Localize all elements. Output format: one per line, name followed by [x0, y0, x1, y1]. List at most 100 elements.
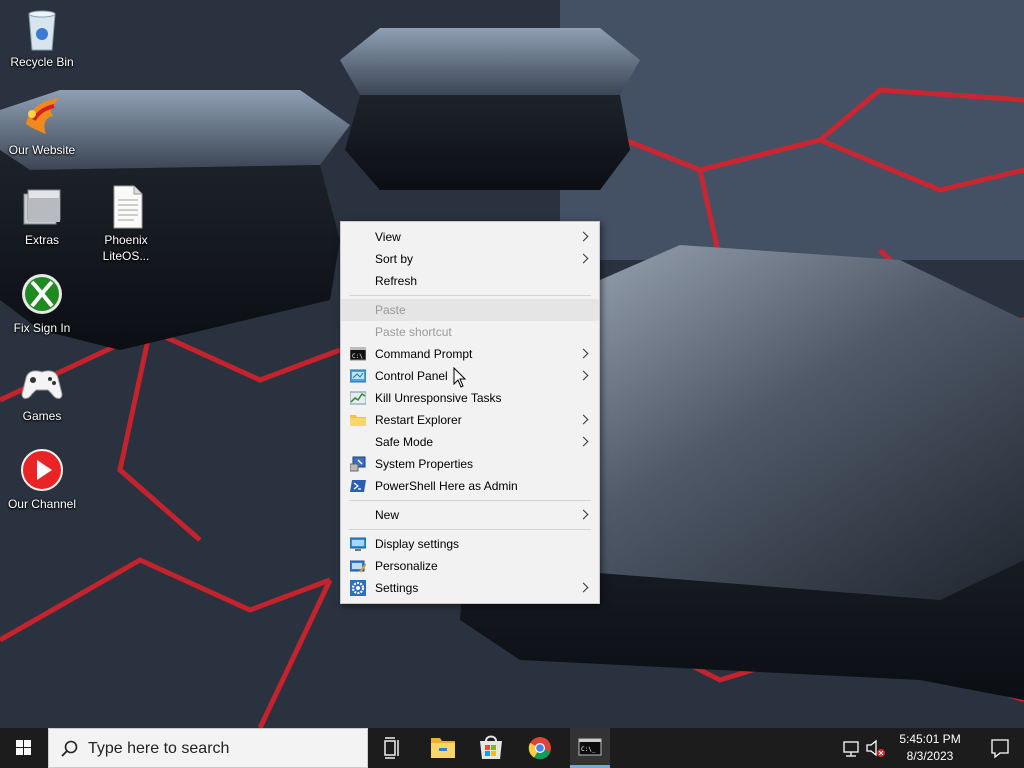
notification-icon	[991, 739, 1009, 759]
taskbar-file-explorer[interactable]	[420, 728, 466, 768]
menu-item-label: Paste	[375, 303, 406, 317]
menu-item-powershell-admin[interactable]: PowerShell Here as Admin	[341, 475, 599, 497]
desktop-icon-label: Fix Sign In	[13, 321, 71, 335]
taskbar-chrome[interactable]	[517, 728, 563, 768]
menu-item-display-settings[interactable]: Display settings	[341, 533, 599, 555]
desktop-icon-label: Games	[22, 409, 62, 423]
tray-network[interactable]	[840, 728, 864, 768]
start-button[interactable]	[0, 728, 48, 768]
chevron-right-icon	[579, 577, 589, 599]
menu-item-label: Sort by	[375, 252, 414, 266]
menu-item-new[interactable]: New	[341, 504, 599, 526]
chevron-right-icon	[579, 365, 589, 387]
text-document-icon	[104, 184, 148, 229]
menu-separator	[349, 529, 591, 530]
menu-item-restart-explorer[interactable]: Restart Explorer	[341, 409, 599, 431]
menu-item-refresh[interactable]: Refresh	[341, 270, 599, 292]
command-prompt-icon: C:\	[350, 347, 366, 361]
desktop-icon-extras[interactable]: Extras	[0, 184, 84, 248]
menu-item-label: Display settings	[375, 537, 460, 551]
clock-time: 5:45:01 PM	[899, 732, 961, 746]
volume-muted-icon	[866, 739, 885, 757]
menu-item-kill-unresponsive-tasks[interactable]: Kill Unresponsive Tasks	[341, 387, 599, 409]
menu-item-paste-shortcut[interactable]: Paste shortcut	[341, 321, 599, 343]
taskbar-microsoft-store[interactable]	[468, 728, 514, 768]
chevron-right-icon	[579, 409, 589, 431]
task-view-button[interactable]	[370, 728, 414, 768]
powershell-icon	[350, 480, 366, 492]
taskbar-search-box[interactable]: Type here to search	[48, 728, 368, 768]
search-icon	[61, 740, 78, 757]
desktop-icon-games[interactable]: Games	[0, 360, 84, 424]
menu-item-label: Kill Unresponsive Tasks	[375, 391, 502, 405]
menu-item-label: New	[375, 508, 400, 522]
menu-item-label: View	[375, 230, 401, 244]
taskbar-command-prompt[interactable]: C:\_	[570, 728, 610, 768]
desktop-icon-label: Phoenix LiteOS...	[102, 233, 150, 263]
menu-item-sort-by[interactable]: Sort by	[341, 248, 599, 270]
tray-volume[interactable]	[864, 728, 888, 768]
menu-item-system-properties[interactable]: System Properties	[341, 453, 599, 475]
menu-item-paste[interactable]: Paste	[341, 299, 599, 321]
menu-item-label: Settings	[375, 581, 419, 595]
action-center-button[interactable]	[976, 728, 1024, 768]
folder-icon	[350, 415, 366, 426]
menu-item-label: Refresh	[375, 274, 418, 288]
menu-item-label: Paste shortcut	[375, 325, 452, 339]
menu-item-personalize[interactable]: Personalize	[341, 555, 599, 577]
settings-gear-icon	[350, 580, 366, 596]
desktop-icon-label: Extras	[24, 233, 59, 247]
chevron-right-icon	[579, 431, 589, 453]
menu-separator	[349, 295, 591, 296]
chevron-right-icon	[579, 504, 589, 526]
network-icon	[843, 741, 859, 757]
chevron-right-icon	[579, 226, 589, 248]
file-explorer-icon	[431, 738, 455, 758]
youtube-play-icon	[20, 448, 64, 492]
desktop-icon-phoenix-liteos[interactable]: Phoenix LiteOS...	[84, 184, 168, 264]
svg-text:C:\: C:\	[352, 353, 363, 360]
personalize-icon	[350, 560, 366, 573]
desktop-icon-our-website[interactable]: Our Website	[0, 94, 84, 158]
control-panel-icon	[350, 369, 366, 383]
menu-item-command-prompt[interactable]: C:\ Command Prompt	[341, 343, 599, 365]
recycle-bin-icon	[20, 6, 64, 51]
desktop-icon-label: Our Website	[8, 143, 76, 157]
taskbar: Type here to search C:\_ 5:45:01 PM 8/3/…	[0, 728, 1024, 768]
desktop-icon-our-channel[interactable]: Our Channel	[0, 448, 84, 512]
display-icon	[350, 537, 366, 551]
menu-item-view[interactable]: View	[341, 226, 599, 248]
desktop-icon-fix-sign-in[interactable]: Fix Sign In	[0, 272, 84, 336]
menu-item-safe-mode[interactable]: Safe Mode	[341, 431, 599, 453]
folder-stack-icon	[20, 184, 64, 228]
desktop-context-menu: View Sort by Refresh Paste Paste shortcu…	[340, 221, 600, 604]
tray-clock[interactable]: 5:45:01 PM 8/3/2023	[892, 728, 968, 768]
menu-separator	[349, 500, 591, 501]
svg-text:C:\_: C:\_	[581, 746, 596, 753]
menu-item-label: Control Panel	[375, 369, 448, 383]
menu-item-settings[interactable]: Settings	[341, 577, 599, 599]
menu-item-control-panel[interactable]: Control Panel	[341, 365, 599, 387]
desktop-icon-label: Our Channel	[7, 497, 77, 511]
menu-item-label: Personalize	[375, 559, 438, 573]
mouse-cursor-icon	[453, 367, 467, 388]
chevron-right-icon	[579, 343, 589, 365]
desktop-icon-recycle-bin[interactable]: Recycle Bin	[0, 6, 84, 70]
system-properties-icon	[350, 456, 366, 472]
menu-item-label: Restart Explorer	[375, 413, 462, 427]
windows-logo-icon	[16, 740, 31, 755]
task-view-icon	[384, 737, 399, 759]
menu-item-label: Command Prompt	[375, 347, 473, 361]
desktop-icon-label: Recycle Bin	[10, 55, 74, 69]
menu-item-label: Safe Mode	[375, 435, 434, 449]
task-manager-icon	[350, 391, 366, 405]
search-placeholder: Type here to search	[88, 740, 230, 757]
chrome-icon	[528, 737, 551, 760]
xbox-icon	[20, 272, 64, 316]
phoenix-bird-icon	[20, 94, 64, 138]
chevron-right-icon	[579, 248, 589, 270]
clock-date: 8/3/2023	[906, 749, 954, 763]
microsoft-store-icon	[480, 735, 502, 759]
gamepad-icon	[20, 360, 64, 404]
menu-item-label: PowerShell Here as Admin	[375, 479, 518, 493]
